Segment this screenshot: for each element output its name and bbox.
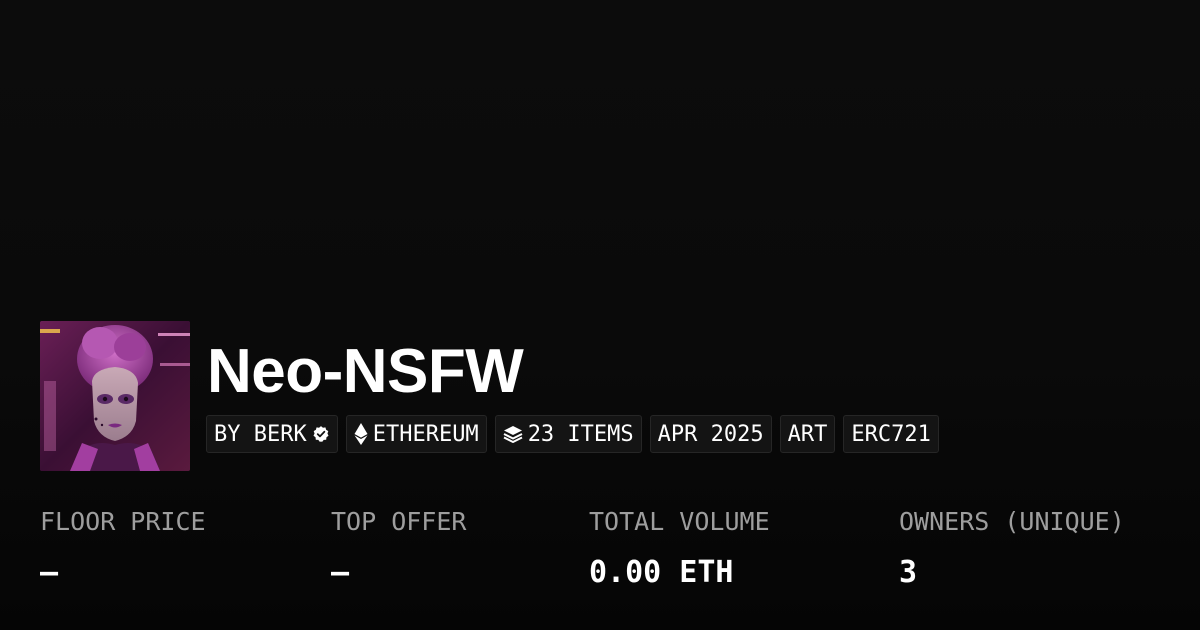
owners-label: OWNERS (UNIQUE) bbox=[899, 507, 1125, 536]
standard-tag: ERC721 bbox=[843, 415, 939, 453]
floor-price-label: FLOOR PRICE bbox=[40, 507, 206, 536]
ethereum-icon bbox=[354, 423, 368, 445]
total-volume-value: 0.00 ETH bbox=[589, 555, 734, 590]
stat-total-volume: TOTAL VOLUME 0.00 ETH bbox=[589, 505, 770, 593]
verified-badge-icon bbox=[312, 425, 330, 443]
collection-tags: BY BERK ETHEREUM 23 ITEMS APR 2025 ART E… bbox=[206, 415, 939, 453]
creator-label: BY BERK bbox=[214, 421, 307, 447]
top-offer-value: – bbox=[331, 555, 350, 590]
top-offer-label: TOP OFFER bbox=[331, 507, 467, 536]
stat-top-offer: TOP OFFER – bbox=[331, 505, 466, 593]
items-label: 23 ITEMS bbox=[527, 421, 634, 447]
date-label: APR 2025 bbox=[657, 421, 764, 447]
floor-price-value: – bbox=[40, 555, 59, 590]
creator-tag[interactable]: BY BERK bbox=[206, 415, 338, 453]
stat-owners: OWNERS (UNIQUE) 3 bbox=[899, 505, 1125, 593]
stat-floor-price: FLOOR PRICE – bbox=[40, 505, 206, 593]
owners-value: 3 bbox=[899, 555, 918, 590]
collection-title: Neo-NSFW bbox=[207, 337, 524, 406]
chain-label: ETHEREUM bbox=[372, 421, 479, 447]
category-tag[interactable]: ART bbox=[779, 415, 836, 453]
items-tag[interactable]: 23 ITEMS bbox=[494, 415, 642, 453]
category-label: ART bbox=[787, 421, 828, 447]
total-volume-label: TOTAL VOLUME bbox=[589, 507, 770, 536]
layers-icon bbox=[503, 424, 523, 444]
collection-avatar bbox=[40, 321, 190, 471]
standard-label: ERC721 bbox=[851, 421, 931, 447]
date-tag: APR 2025 bbox=[649, 415, 772, 453]
chain-tag[interactable]: ETHEREUM bbox=[345, 415, 487, 453]
